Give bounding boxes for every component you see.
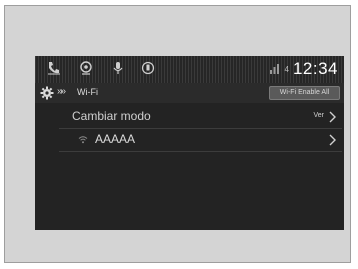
row-value: Ver bbox=[313, 112, 324, 119]
clock: 12:34 bbox=[292, 59, 338, 78]
microphone-icon[interactable] bbox=[109, 59, 127, 77]
status-bar: 4 12:34 bbox=[35, 56, 344, 83]
call-icon[interactable] bbox=[45, 59, 63, 77]
navigation-icon[interactable] bbox=[77, 59, 95, 77]
signal-icon bbox=[269, 64, 279, 74]
manual-figure-frame: 4 12:34 »» Wi-Fi Wi-Fi Enable All Cambia… bbox=[4, 5, 351, 263]
clock-area: 4 12:34 bbox=[269, 58, 339, 80]
network-name: AAAAA bbox=[95, 132, 136, 146]
page-header: »» Wi-Fi Wi-Fi Enable All bbox=[35, 83, 344, 103]
breadcrumb-arrows: »» bbox=[57, 86, 66, 97]
gear-icon[interactable] bbox=[40, 86, 54, 100]
list-item-change-mode[interactable]: Cambiar modo Ver bbox=[35, 106, 344, 128]
wifi-enable-button[interactable]: Wi-Fi Enable All bbox=[269, 86, 340, 100]
divider bbox=[59, 151, 342, 152]
wifi-icon bbox=[78, 136, 88, 144]
row-label: Cambiar modo bbox=[72, 109, 151, 123]
signal-indicator: 4 bbox=[284, 64, 289, 74]
list-item-network[interactable]: AAAAA bbox=[35, 129, 344, 151]
chevron-right-icon bbox=[329, 111, 336, 123]
infotainment-screen: 4 12:34 »» Wi-Fi Wi-Fi Enable All Cambia… bbox=[35, 56, 344, 230]
page-title: Wi-Fi bbox=[77, 87, 98, 97]
phone-icon[interactable] bbox=[139, 59, 157, 77]
chevron-right-icon bbox=[329, 134, 336, 146]
